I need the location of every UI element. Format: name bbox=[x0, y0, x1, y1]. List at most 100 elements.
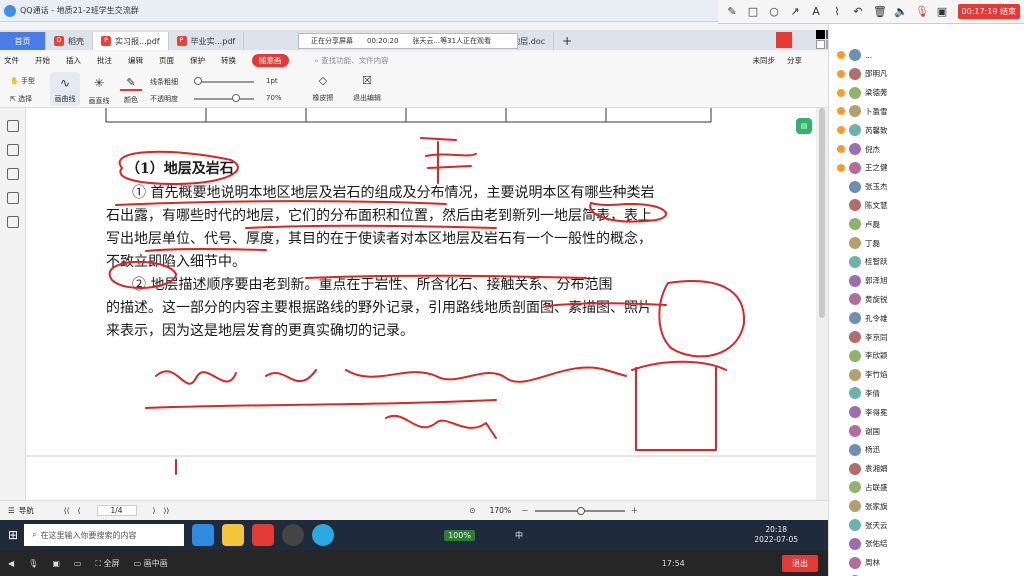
exit-edit-button[interactable]: ☒ 退出编辑 bbox=[350, 74, 384, 103]
qq-browser-icon[interactable] bbox=[312, 524, 335, 546]
battery-indicator[interactable]: 100% bbox=[444, 529, 475, 541]
menu-item-page[interactable]: 页面 bbox=[159, 55, 174, 66]
member-row[interactable]: 倪杰 bbox=[837, 140, 880, 158]
member-row[interactable]: 丁磊 bbox=[849, 234, 880, 252]
menu-item-protect[interactable]: 保护 bbox=[190, 55, 205, 66]
page-indicator[interactable]: 1/4 bbox=[96, 505, 137, 516]
prev-page-icon[interactable]: ⟨ bbox=[78, 506, 81, 515]
comment-icon[interactable] bbox=[7, 168, 19, 180]
screen-icon[interactable]: ▭ bbox=[74, 559, 82, 568]
thickness-value[interactable]: 1pt bbox=[266, 77, 278, 85]
taskbar-clock[interactable]: 20:18 2022-07-05 bbox=[754, 525, 798, 545]
member-row[interactable]: 张玉杰 bbox=[849, 178, 888, 196]
member-row[interactable]: 卜盈雪 bbox=[837, 102, 888, 120]
member-row[interactable]: 杨迅 bbox=[849, 441, 880, 459]
member-row[interactable]: 李得冕 bbox=[849, 403, 888, 421]
member-row[interactable]: 卢磊 bbox=[849, 215, 880, 233]
file-menu[interactable]: 文件 bbox=[4, 55, 19, 66]
member-row[interactable]: 李竹焰 bbox=[849, 366, 888, 384]
zoom-slider[interactable] bbox=[534, 506, 625, 515]
member-row[interactable]: ... bbox=[837, 46, 872, 64]
menu-item-start[interactable]: 开始 bbox=[35, 55, 50, 66]
color-swatch[interactable] bbox=[816, 30, 825, 39]
member-row[interactable]: 陈文慧 bbox=[849, 196, 888, 214]
last-page-icon[interactable]: ⟩⟩ bbox=[163, 506, 169, 515]
line-tool[interactable]: ✳ 画直线 bbox=[86, 76, 112, 106]
member-row[interactable]: 梁德莠 bbox=[837, 84, 888, 102]
camera-off-icon[interactable]: ▣ bbox=[52, 559, 60, 568]
eraser-tool[interactable]: ◇ 橡皮擦 bbox=[308, 74, 338, 103]
thumbnail-icon[interactable] bbox=[7, 144, 19, 156]
arrow-icon[interactable]: ↗ bbox=[789, 5, 801, 18]
member-row[interactable]: 周林 bbox=[849, 554, 880, 572]
member-row[interactable]: 王之健 bbox=[837, 159, 888, 177]
nav-label[interactable]: 导航 bbox=[19, 505, 34, 516]
member-row[interactable]: 张家旗 bbox=[849, 497, 888, 515]
exit-call-button[interactable]: 退出 bbox=[782, 554, 818, 572]
member-row[interactable]: 李倩 bbox=[849, 384, 880, 402]
pip-button[interactable]: ▭ 画中画 bbox=[134, 558, 168, 569]
member-row[interactable]: 桂智跃 bbox=[849, 253, 888, 271]
wps-icon[interactable] bbox=[252, 524, 275, 546]
attachment-icon[interactable] bbox=[7, 192, 19, 204]
windows-start-icon[interactable]: ⊞ bbox=[8, 528, 18, 542]
member-row[interactable]: 邵明凡 bbox=[837, 65, 888, 83]
current-color-swatch[interactable] bbox=[776, 32, 792, 48]
nav-icon[interactable]: ☰ bbox=[8, 506, 15, 515]
scrollbar-thumb[interactable] bbox=[819, 108, 825, 318]
menu-item-convert[interactable]: 转换 bbox=[221, 55, 236, 66]
select-tool[interactable]: ⇱ 选择 bbox=[10, 94, 32, 104]
member-row[interactable]: 朱佳佳 bbox=[849, 572, 888, 576]
member-row[interactable]: 占联盛 bbox=[849, 478, 888, 496]
undo-icon[interactable]: ↶ bbox=[852, 5, 864, 18]
menu-item-freehand[interactable]: 随意画 bbox=[252, 53, 289, 67]
color-swatch[interactable] bbox=[816, 40, 825, 49]
opacity-knob[interactable] bbox=[232, 94, 240, 102]
zoom-in-icon[interactable]: ＋ bbox=[631, 505, 639, 516]
tab-graduation-pdf[interactable]: P 毕业实...pdf bbox=[169, 32, 245, 50]
tab-internship-report[interactable]: P 实习报...pdf bbox=[93, 32, 169, 50]
menu-item-edit[interactable]: 编辑 bbox=[128, 55, 143, 66]
member-row[interactable]: 李京同 bbox=[849, 328, 888, 346]
member-row[interactable]: 黄旋锐 bbox=[849, 290, 888, 308]
share-button[interactable]: 分享 bbox=[787, 55, 802, 66]
member-row[interactable]: 孔令雄 bbox=[849, 309, 888, 327]
color-picker[interactable]: ✎ 颜色 bbox=[120, 76, 142, 105]
vertical-scrollbar[interactable] bbox=[816, 108, 828, 500]
member-row[interactable]: 张天云 bbox=[849, 516, 888, 534]
member-row[interactable]: 谢国 bbox=[849, 422, 880, 440]
member-row[interactable]: 李欣颖 bbox=[849, 347, 888, 365]
next-page-icon[interactable]: ⟩ bbox=[153, 506, 156, 515]
speaker-icon[interactable]: 🔈 bbox=[894, 5, 908, 18]
zoom-slider-knob[interactable] bbox=[576, 506, 585, 515]
taskbar-search[interactable]: ⌕ 在这里输入你要搜索的内容 bbox=[24, 524, 185, 546]
edge-icon[interactable] bbox=[192, 524, 215, 546]
opacity-slider[interactable] bbox=[194, 98, 254, 100]
thickness-knob[interactable] bbox=[194, 77, 202, 85]
member-row[interactable]: 芮馨致 bbox=[837, 121, 888, 139]
menu-item-annotate[interactable]: 批注 bbox=[97, 55, 112, 66]
function-search[interactable]: ⌕ 查找功能、文件内容 bbox=[315, 55, 389, 66]
rect-icon[interactable]: □ bbox=[747, 5, 759, 18]
mic-icon[interactable]: 🎙 bbox=[28, 559, 38, 568]
highlighter-icon[interactable]: ⌇ bbox=[831, 5, 843, 18]
pen-icon[interactable]: ✎ bbox=[726, 5, 738, 18]
page-tool-badge[interactable]: ▤ bbox=[796, 118, 812, 134]
stamp-icon[interactable] bbox=[7, 216, 19, 228]
sync-status[interactable]: 未同步 bbox=[753, 55, 776, 66]
end-timer-button[interactable]: 00:17:19 结束 bbox=[957, 4, 1020, 19]
thickness-slider[interactable] bbox=[194, 81, 254, 83]
curve-tool[interactable]: ∿ 画曲线 bbox=[50, 72, 80, 106]
first-page-icon[interactable]: ⟨⟨ bbox=[64, 506, 70, 515]
tab-home[interactable]: 首页 bbox=[0, 32, 46, 50]
zoom-value[interactable]: 170% bbox=[490, 506, 511, 515]
document-page[interactable]: （1）地层及岩石 ① 首先概要地说明本地区地层及岩石的组成及分布情况，主要说明本… bbox=[26, 108, 816, 500]
file-explorer-icon[interactable] bbox=[222, 524, 245, 546]
member-row[interactable]: 郭泽旭 bbox=[849, 272, 888, 290]
menu-item-insert[interactable]: 插入 bbox=[66, 55, 81, 66]
camera-icon[interactable]: ▣ bbox=[936, 5, 948, 18]
member-row[interactable]: 袁湘娟 bbox=[849, 460, 888, 478]
opacity-value[interactable]: 70% bbox=[266, 94, 282, 102]
zoom-icon[interactable]: ⊙ bbox=[469, 506, 475, 515]
app-icon[interactable] bbox=[282, 524, 305, 546]
